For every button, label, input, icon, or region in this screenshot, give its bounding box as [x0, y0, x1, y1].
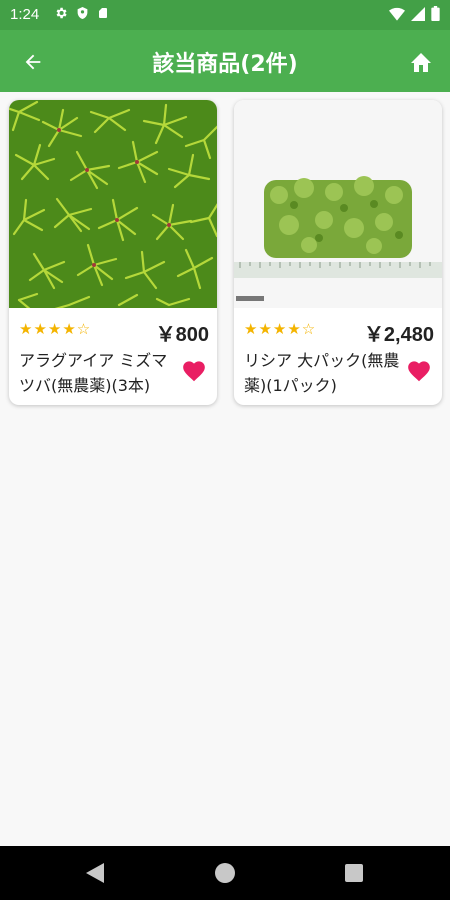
wifi-icon	[389, 7, 405, 21]
status-time: 1:24	[10, 6, 40, 23]
product-name: リシア 大パック(無農薬)(1パック)	[244, 351, 400, 395]
app-bar: 該当商品(2件)	[0, 30, 450, 92]
product-card[interactable]: ★★★★☆ ￥800 アラグアイア ミズマツバ(無農薬)(3本)	[9, 100, 217, 405]
heart-icon[interactable]	[181, 358, 207, 382]
product-image-mizumatsuba	[9, 100, 217, 308]
page-title: 該当商品(2件)	[152, 52, 298, 77]
product-price: ￥800	[155, 324, 209, 346]
product-price: ￥2,480	[363, 324, 434, 346]
product-list: ★★★★☆ ￥800 アラグアイア ミズマツバ(無農薬)(3本) ★★★★☆ ￥…	[0, 92, 450, 846]
home-button[interactable]	[404, 45, 438, 79]
nav-back-icon[interactable]	[86, 863, 104, 883]
product-image-riccia	[234, 100, 442, 308]
home-icon	[411, 53, 431, 72]
battery-icon	[431, 6, 440, 21]
nav-home-icon[interactable]	[215, 863, 235, 883]
system-nav-bar	[0, 846, 450, 900]
rating-stars: ★★★★☆	[19, 320, 92, 338]
product-name: アラグアイア ミズマツバ(無農薬)(3本)	[19, 351, 168, 395]
heart-icon[interactable]	[406, 358, 432, 382]
shield-icon	[77, 7, 88, 19]
gear-icon	[56, 7, 67, 19]
rating-stars: ★★★★☆	[244, 320, 317, 338]
signal-icon	[411, 6, 425, 21]
product-card[interactable]: ★★★★☆ ￥2,480 リシア 大パック(無農薬)(1パック)	[234, 100, 442, 405]
nav-recents-icon[interactable]	[345, 864, 363, 882]
status-bar: 1:24	[0, 0, 450, 30]
sd-card-icon	[99, 8, 107, 18]
